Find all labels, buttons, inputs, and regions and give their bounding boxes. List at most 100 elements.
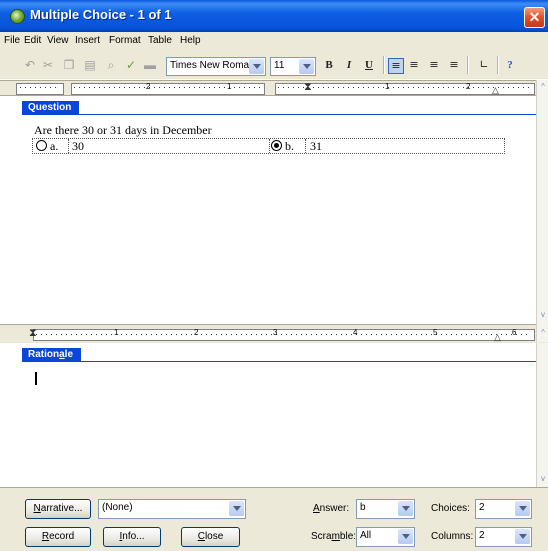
font-size-value: 11 [274, 60, 285, 71]
paste-icon[interactable]: ▤ [83, 58, 97, 72]
menu-view[interactable]: View [47, 35, 69, 46]
align-center-icon[interactable]: ≡ [407, 58, 421, 72]
font-size-select[interactable]: 11 [270, 57, 316, 76]
chevron-up-icon[interactable]: ^ [538, 82, 548, 92]
rationale-section-label: Rationale [22, 348, 82, 362]
cell-divider [305, 139, 306, 153]
ruler-number: 2 [146, 82, 151, 91]
image-icon[interactable]: ▬ [143, 58, 157, 72]
italic-button[interactable]: I [342, 58, 356, 72]
answer-label: Answer: [313, 503, 350, 514]
columns-label: Columns: [431, 531, 474, 542]
chevron-down-icon[interactable]: v [538, 310, 548, 320]
choice-letter: b. [285, 139, 294, 153]
narrative-select[interactable]: (None) [98, 499, 246, 519]
close-button[interactable]: Close [181, 527, 240, 547]
mid-ruler-scroll[interactable]: ^ [536, 324, 548, 342]
menu-format[interactable]: Format [109, 35, 141, 46]
spellcheck-icon[interactable]: ✓ [124, 58, 138, 72]
answer-select[interactable]: b [356, 499, 415, 519]
rationale-pane[interactable] [0, 343, 536, 487]
chevron-down-icon [299, 59, 314, 74]
toolbar-separator [383, 56, 385, 74]
font-family-value: Times New Roman [170, 60, 255, 71]
menu-bar: File Edit View Insert Format Table Help [0, 32, 548, 50]
ruler-strip [16, 83, 64, 95]
ruler-strip [33, 329, 535, 341]
rationale-section-line [22, 361, 536, 362]
chevron-down-icon [515, 529, 530, 544]
info-button[interactable]: Info... [103, 527, 161, 547]
tab-stop-icon[interactable]: △ [494, 332, 501, 343]
ruler-number: 1 [385, 82, 390, 91]
align-left-icon[interactable]: ≡ [388, 58, 404, 74]
rationale-ruler[interactable]: 1 2 3 4 5 6 ⧗ △ [0, 324, 536, 344]
question-section-line [22, 114, 536, 115]
choices-select[interactable]: 2 [475, 499, 532, 519]
ruler-strip [71, 83, 265, 95]
ruler-ticks [74, 87, 260, 88]
answer-value: b [360, 502, 366, 513]
align-right-icon[interactable]: ≡ [427, 58, 441, 72]
menu-table[interactable]: Table [148, 35, 172, 46]
menu-edit[interactable]: Edit [24, 35, 41, 46]
ruler-number: 4 [353, 328, 358, 337]
scramble-label: Scramble: [311, 531, 357, 542]
choice-b[interactable]: b. [271, 139, 294, 153]
find-icon[interactable]: ⌕ [104, 58, 118, 72]
indent-marker-icon[interactable]: ⧗ [304, 81, 312, 94]
rationale-scrollbar[interactable]: v [536, 343, 548, 487]
ruler-ticks [20, 87, 60, 88]
bold-button[interactable]: B [322, 58, 336, 72]
choice-letter: a. [50, 139, 59, 153]
underline-button[interactable]: U [362, 58, 376, 72]
cut-icon[interactable]: ✂ [41, 58, 55, 72]
toolbar-separator [497, 56, 499, 74]
chevron-down-icon[interactable]: v [538, 474, 548, 484]
narrative-button[interactable]: Narrative... [25, 499, 91, 519]
justify-icon[interactable]: ≡ [447, 58, 461, 72]
ruler-ticks [36, 334, 530, 335]
chevron-down-icon [249, 59, 264, 74]
choices-value: 2 [479, 502, 485, 513]
top-ruler-scroll[interactable]: ^ [536, 80, 548, 96]
columns-value: 2 [479, 530, 485, 541]
menu-insert[interactable]: Insert [75, 35, 100, 46]
title-bar[interactable]: Multiple Choice - 1 of 1 ✕ [0, 0, 548, 32]
close-icon[interactable]: ✕ [524, 7, 545, 28]
record-button[interactable]: Record [25, 527, 91, 547]
text-caret [35, 372, 37, 385]
ruler-number: 6 [512, 328, 517, 337]
radio-selected-icon[interactable] [271, 140, 282, 151]
chevron-down-icon [229, 501, 244, 516]
tab-stop-icon[interactable]: △ [492, 85, 499, 95]
menu-file[interactable]: File [4, 35, 20, 46]
choice-a[interactable]: a. [36, 139, 58, 153]
columns-select[interactable]: 2 [475, 527, 532, 547]
choice-a-text[interactable]: 30 [72, 139, 84, 153]
help-icon[interactable]: ? [503, 58, 517, 72]
undo-icon[interactable]: ↶ [23, 58, 37, 72]
answer-choices-row: a. 30 b. 31 [32, 138, 505, 154]
ruler-number: 1 [114, 328, 119, 337]
font-family-select[interactable]: Times New Roman [166, 57, 266, 76]
choice-b-text[interactable]: 31 [310, 139, 322, 153]
cell-divider [68, 139, 69, 153]
top-ruler[interactable]: 2 1 1 2 ⧗ △ [0, 80, 536, 96]
ruler-number: 2 [466, 82, 471, 91]
menu-help[interactable]: Help [180, 35, 201, 46]
window-title: Multiple Choice - 1 of 1 [30, 7, 172, 22]
scramble-select[interactable]: All [356, 527, 415, 547]
narrative-value: (None) [102, 502, 133, 513]
copy-icon[interactable]: ❐ [62, 58, 76, 72]
toolbar-separator [467, 56, 469, 74]
scramble-value: All [360, 530, 372, 541]
indent-marker-icon[interactable]: ⧗ [29, 327, 37, 340]
bottom-panel: Narrative... (None) Answer: b Choices: 2… [0, 487, 548, 551]
chevron-down-icon [398, 501, 413, 516]
question-text[interactable]: Are there 30 or 31 days in December [34, 123, 212, 138]
radio-unselected-icon[interactable] [36, 140, 47, 151]
question-scrollbar[interactable]: v [536, 96, 548, 324]
chevron-up-icon[interactable]: ^ [538, 328, 548, 338]
table-corner-icon[interactable]: ∟ [477, 58, 491, 72]
